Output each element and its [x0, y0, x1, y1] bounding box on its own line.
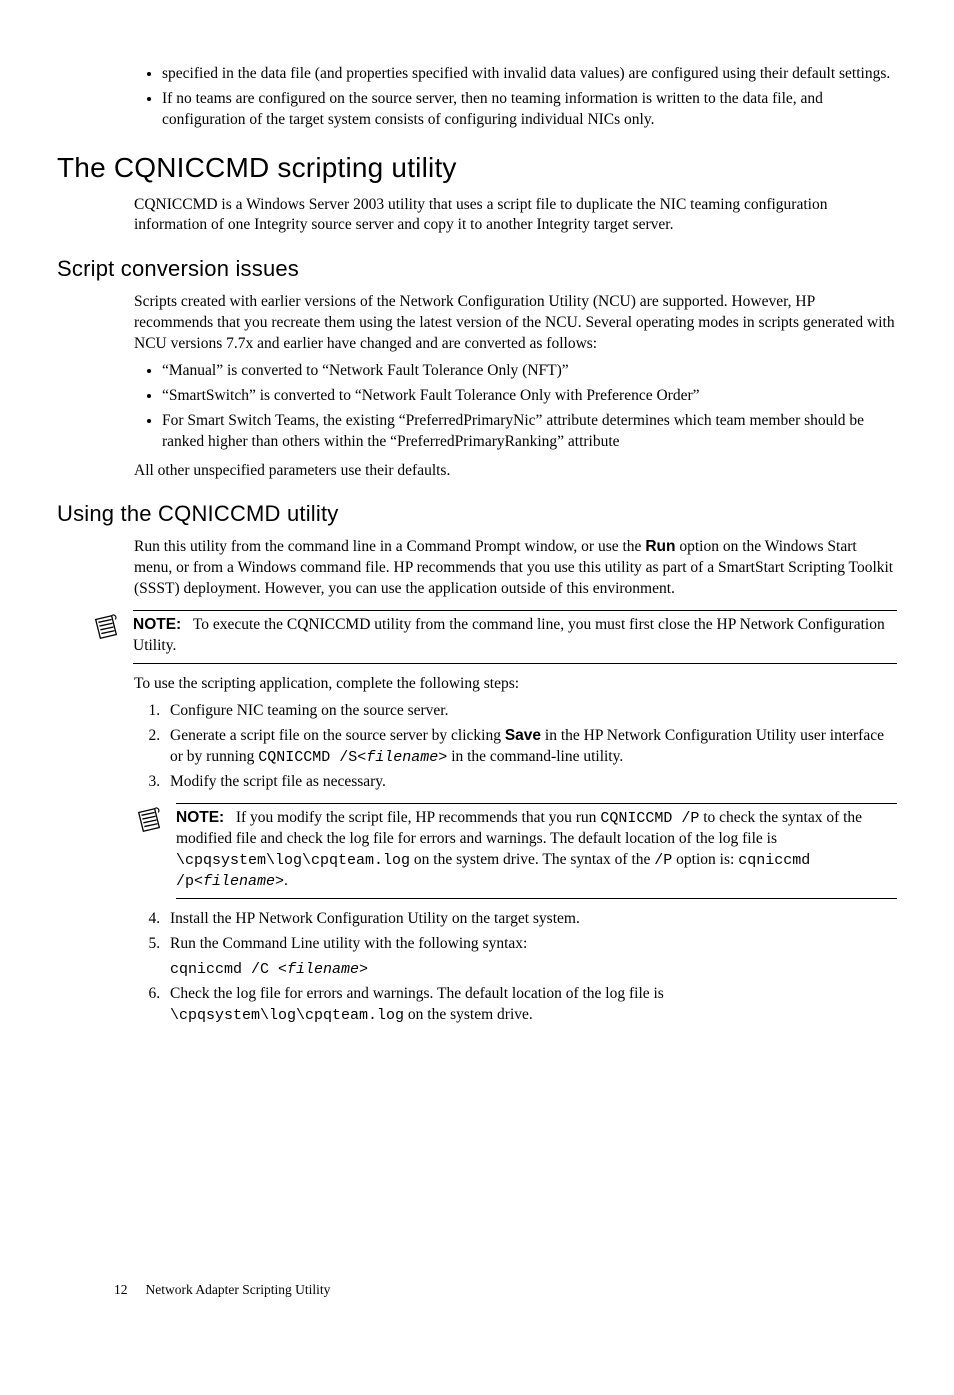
page-footer: 12 Network Adapter Scripting Utility — [114, 1281, 330, 1299]
step-text: in the command-line utility. — [447, 748, 623, 765]
note-icon — [91, 612, 121, 649]
note-icon — [134, 805, 164, 842]
save-label: Save — [505, 727, 541, 744]
step-text: on the system drive. — [404, 1006, 533, 1023]
paragraph: All other unspecified parameters use the… — [134, 461, 897, 482]
step-text: Run the Command Line utility with the fo… — [170, 935, 527, 952]
step-text: Configure NIC teaming on the source serv… — [170, 702, 449, 719]
bullet-text: specified in the data file (and properti… — [162, 65, 890, 82]
list-item: specified in the data file (and properti… — [162, 64, 897, 85]
code-placeholder: <filename> — [357, 749, 447, 766]
note-label: NOTE: — [133, 616, 181, 633]
list-item: Run the Command Line utility with the fo… — [164, 934, 897, 980]
list-item: Install the HP Network Configuration Uti… — [164, 909, 897, 930]
intro-bullet-list: specified in the data file (and properti… — [134, 64, 897, 131]
heading-cqniccmd: The CQNICCMD scripting utility — [57, 149, 897, 187]
code: /P — [654, 852, 672, 869]
text: Run this utility from the command line i… — [134, 538, 645, 555]
note-text: . — [284, 872, 288, 889]
list-item: For Smart Switch Teams, the existing “Pr… — [162, 411, 897, 453]
note-text: on the system drive. The syntax of the — [410, 851, 654, 868]
code-placeholder: <filename> — [194, 873, 284, 890]
paragraph: CQNICCMD is a Windows Server 2003 utilit… — [134, 195, 897, 237]
heading-script-conversion: Script conversion issues — [57, 254, 897, 284]
list-item: Configure NIC teaming on the source serv… — [164, 701, 897, 722]
note-label: NOTE: — [176, 809, 224, 826]
list-item: Generate a script file on the source ser… — [164, 726, 897, 768]
code-path: \cpqsystem\log\cpqteam.log — [176, 852, 410, 869]
conversion-bullet-list: “Manual” is converted to “Network Fault … — [134, 361, 897, 453]
code-path: \cpqsystem\log\cpqteam.log — [170, 1007, 404, 1024]
step-text: Generate a script file on the source ser… — [170, 727, 505, 744]
footer-title: Network Adapter Scripting Utility — [146, 1282, 331, 1297]
list-item: Check the log file for errors and warnin… — [164, 984, 897, 1026]
code: cqniccmd /C — [170, 961, 278, 978]
step-text: Modify the script file as necessary. — [170, 773, 386, 790]
steps-list: Configure NIC teaming on the source serv… — [134, 701, 897, 793]
run-label: Run — [645, 538, 675, 555]
note-text: option is: — [672, 851, 738, 868]
list-item: If no teams are configured on the source… — [162, 89, 897, 131]
heading-using-cqniccmd: Using the CQNICCMD utility — [57, 499, 897, 529]
steps-list-cont: Install the HP Network Configuration Uti… — [134, 909, 897, 1026]
list-item: “Manual” is converted to “Network Fault … — [162, 361, 897, 382]
paragraph: To use the scripting application, comple… — [134, 674, 897, 695]
page-number: 12 — [114, 1282, 128, 1297]
bullet-text: If no teams are configured on the source… — [162, 90, 823, 128]
list-item: “SmartSwitch” is converted to “Network F… — [162, 386, 897, 407]
paragraph: Run this utility from the command line i… — [134, 537, 897, 600]
code: CQNICCMD /S — [258, 749, 357, 766]
bullet-text: “SmartSwitch” is converted to “Network F… — [162, 387, 700, 404]
code: CQNICCMD /P — [600, 810, 699, 827]
paragraph: Scripts created with earlier versions of… — [134, 292, 897, 355]
note-text: To execute the CQNICCMD utility from the… — [133, 616, 885, 654]
step-text: Install the HP Network Configuration Uti… — [170, 910, 580, 927]
note-block: NOTE: If you modify the script file, HP … — [176, 803, 897, 900]
note-text: If you modify the script file, HP recomm… — [236, 809, 600, 826]
step-text: Check the log file for errors and warnin… — [170, 985, 664, 1002]
code-placeholder: <filename> — [278, 961, 368, 978]
note-block: NOTE: To execute the CQNICCMD utility fr… — [133, 610, 897, 664]
bullet-text: “Manual” is converted to “Network Fault … — [162, 362, 569, 379]
list-item: Modify the script file as necessary. — [164, 772, 897, 793]
bullet-text: For Smart Switch Teams, the existing “Pr… — [162, 412, 864, 450]
